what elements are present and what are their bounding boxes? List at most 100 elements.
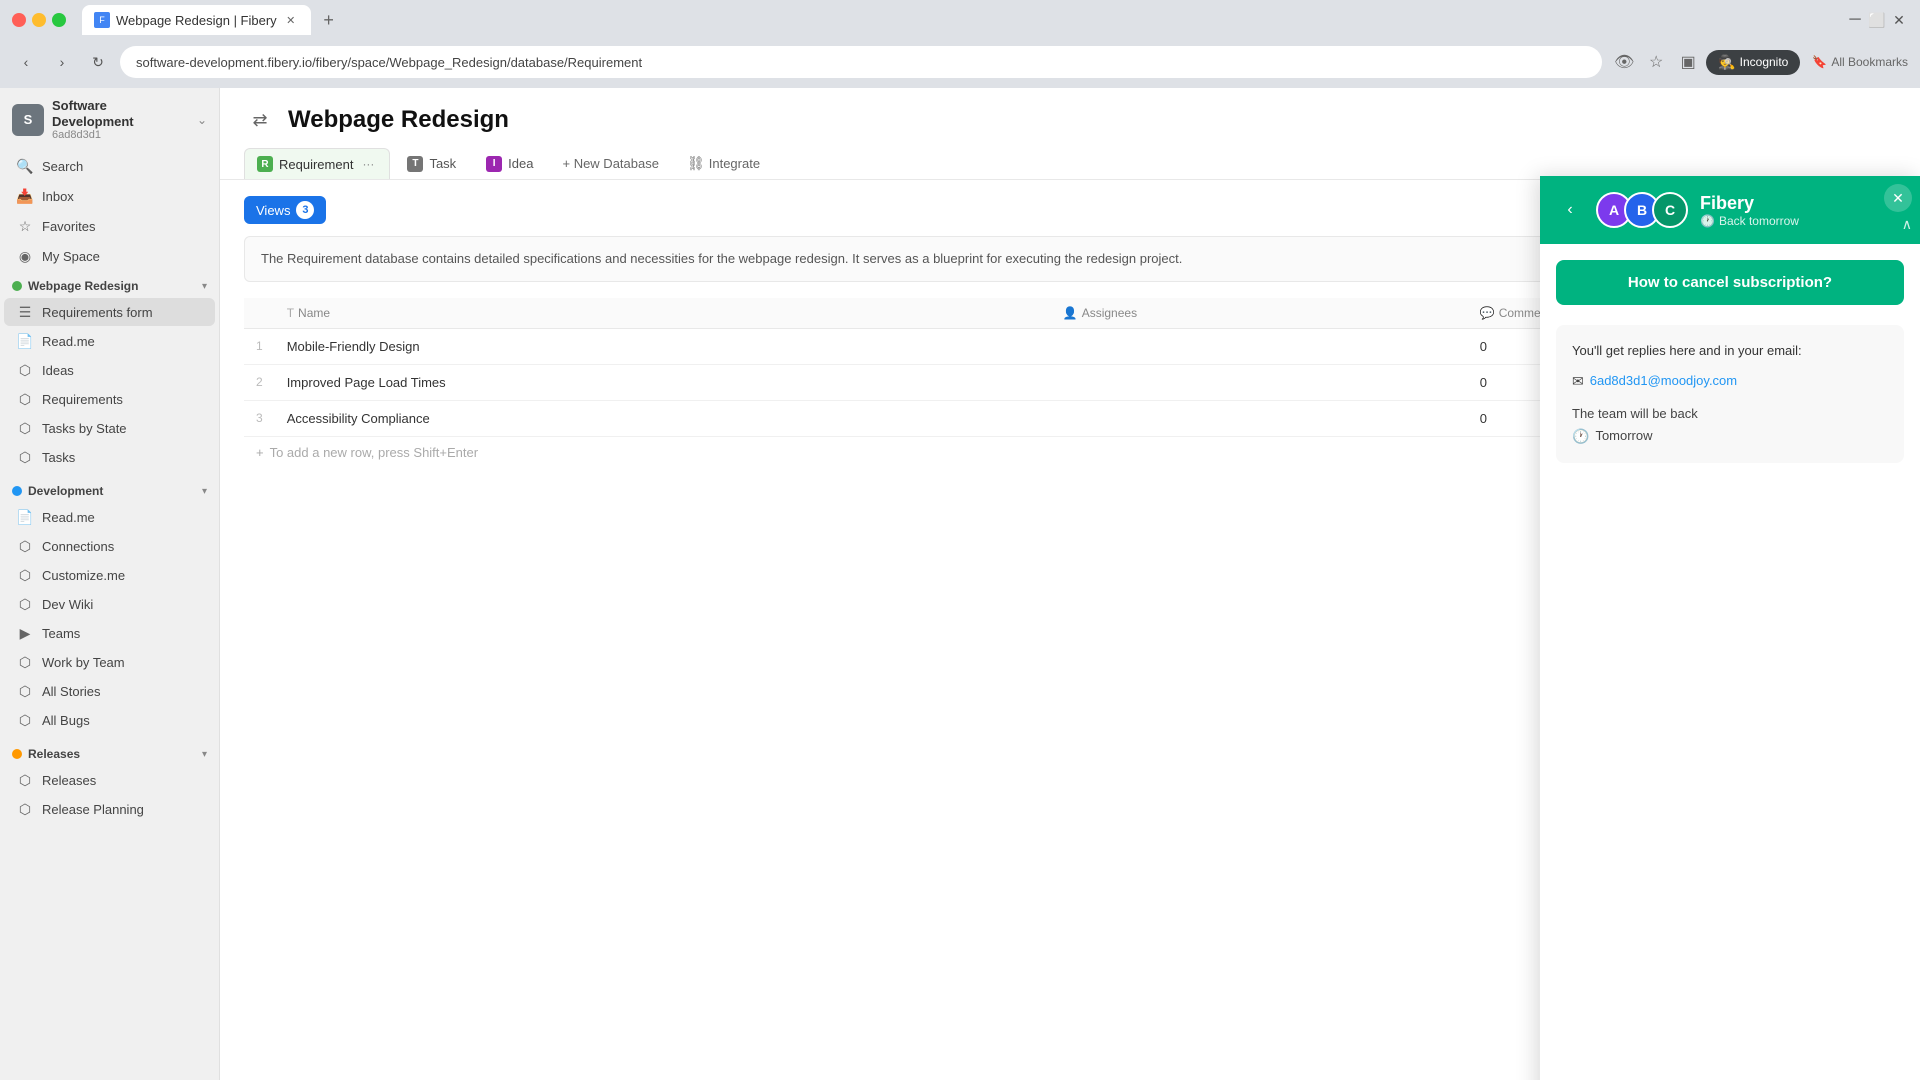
- sidebar-item-tasks-wp[interactable]: ⬡ Tasks: [4, 443, 215, 471]
- customize-icon: ⬡: [16, 566, 34, 584]
- avatar-3: C: [1652, 192, 1688, 228]
- description-text: The Requirement database contains detail…: [261, 251, 1182, 266]
- space-chevron-icon: ▾: [202, 281, 207, 292]
- read-me-dev-icon: 📄: [16, 508, 34, 526]
- col-name-header: T Name: [275, 298, 1051, 329]
- add-row-plus-icon: +: [256, 445, 264, 460]
- sidebar-item-dev-wiki[interactable]: ⬡ Dev Wiki: [4, 590, 215, 618]
- browser-chrome: F Webpage Redesign | Fibery ✕ + ─ ⬜ ✕ ‹ …: [0, 0, 1920, 88]
- forward-button[interactable]: ›: [48, 48, 76, 76]
- space-development: Development ▾ 📄 Read.me ⬡ Connections ⬡ …: [0, 480, 219, 735]
- sidebar-item-connections[interactable]: ⬡ Connections: [4, 532, 215, 560]
- workspace-header[interactable]: S Software Development 6ad8d3d1 ⌄: [0, 88, 219, 151]
- back-time: Tomorrow: [1595, 426, 1652, 447]
- views-count: 3: [296, 201, 314, 219]
- chat-brand: Fibery: [1700, 193, 1904, 214]
- space-name: Webpage Redesign: [28, 279, 196, 293]
- workspace-icon: S: [12, 104, 44, 136]
- cancel-subscription-button[interactable]: How to cancel subscription?: [1556, 260, 1904, 305]
- space-header-webpage-redesign[interactable]: Webpage Redesign ▾: [0, 275, 219, 297]
- bookmark-icon[interactable]: ☆: [1642, 48, 1670, 76]
- row-assignees[interactable]: [1051, 328, 1468, 364]
- sidebar-item-teams[interactable]: ▶ Teams: [4, 619, 215, 647]
- refresh-button[interactable]: ↻: [84, 48, 112, 76]
- space-header-development[interactable]: Development ▾: [0, 480, 219, 502]
- workspace-info: Software Development 6ad8d3d1: [52, 98, 189, 141]
- sidebar-item-search[interactable]: 🔍 Search: [4, 152, 215, 180]
- requirement-tab-label: Requirement: [279, 157, 353, 172]
- new-tab-button[interactable]: +: [315, 6, 343, 34]
- tab-task[interactable]: T Task: [394, 149, 469, 179]
- sidebar-item-requirements-form[interactable]: ☰ Requirements form: [4, 298, 215, 326]
- col-num-header: [244, 298, 275, 329]
- sidebar-item-favorites[interactable]: ☆ Favorites: [4, 212, 215, 240]
- sidebar-item-all-bugs[interactable]: ⬡ All Bugs: [4, 706, 215, 734]
- sidebar-item-all-stories[interactable]: ⬡ All Stories: [4, 677, 215, 705]
- sidebar-item-inbox[interactable]: 📥 Inbox: [4, 182, 215, 210]
- sidebar-item-ideas[interactable]: ⬡ Ideas: [4, 356, 215, 384]
- inbox-label: Inbox: [42, 189, 203, 204]
- chat-status: 🕐 Back tomorrow: [1700, 214, 1904, 228]
- sidebar-item-my-space[interactable]: ◉ My Space: [4, 242, 215, 270]
- sidebar-item-requirements[interactable]: ⬡ Requirements: [4, 385, 215, 413]
- tab-requirement[interactable]: R Requirement ···: [244, 148, 390, 179]
- email-icon: ✉: [1572, 370, 1584, 392]
- workspace-chevron-icon: ⌄: [197, 113, 207, 127]
- tab-favicon: F: [94, 12, 110, 28]
- chat-close-button[interactable]: ✕: [1884, 184, 1912, 212]
- chat-header: ‹ A B C Fibery 🕐 Back tomorrow ✕ ∧: [1540, 176, 1920, 244]
- minimize-window-icon[interactable]: ─: [1846, 11, 1864, 29]
- incognito-button[interactable]: 🕵 Incognito: [1706, 50, 1800, 75]
- sidebar-item-tasks-by-state[interactable]: ⬡ Tasks by State: [4, 414, 215, 442]
- close-window-icon[interactable]: ✕: [1890, 11, 1908, 29]
- releases-icon: ⬡: [16, 771, 34, 789]
- restore-window-icon[interactable]: ⬜: [1868, 11, 1886, 29]
- screen-reader-icon[interactable]: 👁: [1610, 48, 1638, 76]
- sidebar-item-customize[interactable]: ⬡ Customize.me: [4, 561, 215, 589]
- read-me-icon: 📄: [16, 332, 34, 350]
- row-name[interactable]: Improved Page Load Times: [275, 364, 1051, 400]
- all-bugs-icon: ⬡: [16, 711, 34, 729]
- active-tab[interactable]: F Webpage Redesign | Fibery ✕: [82, 5, 311, 35]
- sidebar-item-release-planning[interactable]: ⬡ Release Planning: [4, 795, 215, 823]
- my-space-label: My Space: [42, 249, 203, 264]
- chat-prev-button[interactable]: ‹: [1556, 196, 1584, 224]
- name-col-icon: T: [287, 306, 294, 320]
- sidebar-item-read-me-wp[interactable]: 📄 Read.me: [4, 327, 215, 355]
- add-row-text: To add a new row, press Shift+Enter: [270, 445, 478, 460]
- space-header-releases[interactable]: Releases ▾: [0, 743, 219, 765]
- sidebar-item-read-me-dev[interactable]: 📄 Read.me: [4, 503, 215, 531]
- back-button[interactable]: ‹: [12, 48, 40, 76]
- chat-collapse-button[interactable]: ∧: [1902, 216, 1912, 233]
- sidebar-item-work-by-team[interactable]: ⬡ Work by Team: [4, 648, 215, 676]
- address-bar[interactable]: software-development.fibery.io/fibery/sp…: [120, 46, 1602, 78]
- address-text: software-development.fibery.io/fibery/sp…: [136, 55, 642, 70]
- requirement-tab-more-icon[interactable]: ···: [359, 155, 377, 173]
- layout-icon[interactable]: ▣: [1674, 48, 1702, 76]
- integrate-button[interactable]: ⛓ Integrate: [675, 149, 772, 178]
- row-number: 1: [244, 328, 275, 364]
- chat-header-info: Fibery 🕐 Back tomorrow: [1700, 193, 1904, 228]
- minimize-button[interactable]: [32, 13, 46, 27]
- bookmarks-bar: 🔖 All Bookmarks: [1812, 55, 1908, 69]
- sidebar-item-releases[interactable]: ⬡ Releases: [4, 766, 215, 794]
- space-name-dev: Development: [28, 484, 196, 498]
- space-releases: Releases ▾ ⬡ Releases ⬡ Release Planning: [0, 743, 219, 824]
- new-database-button[interactable]: + New Database: [550, 150, 670, 177]
- space-chevron-releases-icon: ▾: [202, 749, 207, 760]
- close-button[interactable]: [12, 13, 26, 27]
- tab-idea[interactable]: I Idea: [473, 149, 546, 179]
- maximize-button[interactable]: [52, 13, 66, 27]
- reply-info-title: You'll get replies here and in your emai…: [1572, 341, 1888, 362]
- views-button[interactable]: Views 3: [244, 196, 326, 224]
- row-number: 3: [244, 400, 275, 436]
- row-assignees[interactable]: [1051, 364, 1468, 400]
- row-name[interactable]: Accessibility Compliance: [275, 400, 1051, 436]
- tab-close-button[interactable]: ✕: [283, 12, 299, 28]
- back-row: The team will be back: [1572, 404, 1888, 425]
- task-tab-icon: T: [407, 156, 423, 172]
- row-assignees[interactable]: [1051, 400, 1468, 436]
- row-name[interactable]: Mobile-Friendly Design: [275, 328, 1051, 364]
- page-back-icon[interactable]: ⇄: [244, 104, 276, 136]
- browser-controls: [12, 13, 66, 27]
